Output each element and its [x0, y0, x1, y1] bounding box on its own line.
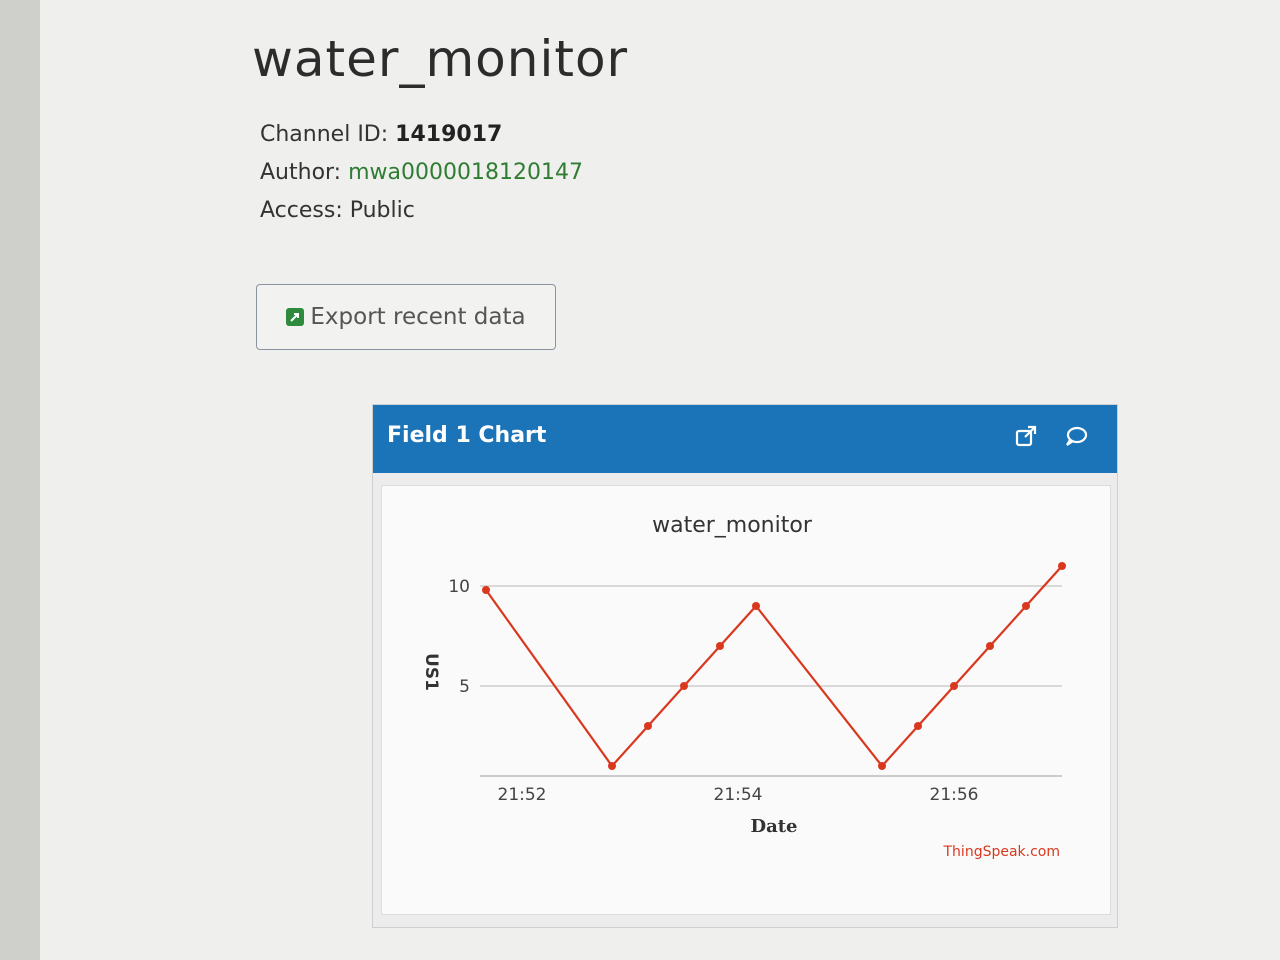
export-button-label: Export recent data: [310, 304, 526, 330]
channel-id-row: Channel ID: 1419017: [260, 118, 583, 156]
x-tick-label: 21:54: [714, 785, 763, 805]
y-tick-label: 5: [459, 677, 470, 697]
data-point: [644, 722, 652, 730]
comment-icon[interactable]: [1063, 423, 1089, 449]
channel-page: water_monitor Channel ID: 1419017 Author…: [40, 0, 1280, 960]
x-axis-label: Date: [750, 816, 797, 837]
data-point: [680, 682, 688, 690]
data-point: [752, 602, 760, 610]
channel-id-value: 1419017: [395, 122, 503, 147]
data-point: [608, 762, 616, 770]
channel-id-label: Channel ID:: [260, 122, 389, 147]
field-1-chart-panel: Field 1 Chart water_monitor US1 Date Thi…: [372, 404, 1118, 928]
author-row: Author: mwa0000018120147: [260, 156, 583, 194]
data-point: [1022, 602, 1030, 610]
panel-header: Field 1 Chart: [373, 405, 1117, 473]
access-label: Access:: [260, 198, 343, 223]
author-label: Author:: [260, 160, 342, 185]
x-tick-label: 21:56: [930, 785, 979, 805]
line-chart: water_monitor US1 Date ThingSpeak.com 5 1…: [421, 513, 1066, 860]
data-point: [950, 682, 958, 690]
data-point: [914, 722, 922, 730]
y-tick-label: 10: [448, 577, 470, 597]
y-axis-label: US1: [421, 653, 441, 691]
export-recent-data-button[interactable]: Export recent data: [256, 284, 556, 350]
x-tick-label: 21:52: [498, 785, 547, 805]
channel-meta: Channel ID: 1419017 Author: mwa000001812…: [260, 118, 583, 232]
popout-icon[interactable]: [1013, 423, 1039, 449]
thingspeak-credit-link[interactable]: ThingSpeak.com: [943, 844, 1061, 860]
author-link[interactable]: mwa0000018120147: [348, 160, 583, 185]
channel-title: water_monitor: [252, 30, 629, 88]
access-value: Public: [349, 198, 415, 223]
screen-bezel: [0, 0, 40, 960]
data-point: [1058, 562, 1066, 570]
access-row: Access: Public: [260, 194, 583, 232]
data-point: [482, 586, 490, 594]
chart-title: water_monitor: [652, 513, 813, 538]
data-point: [716, 642, 724, 650]
series-line: [485, 565, 1063, 768]
chart-area: water_monitor US1 Date ThingSpeak.com 5 1…: [381, 485, 1111, 915]
data-point: [986, 642, 994, 650]
external-link-icon: [286, 308, 305, 326]
data-point: [878, 762, 886, 770]
panel-title: Field 1 Chart: [387, 423, 547, 448]
